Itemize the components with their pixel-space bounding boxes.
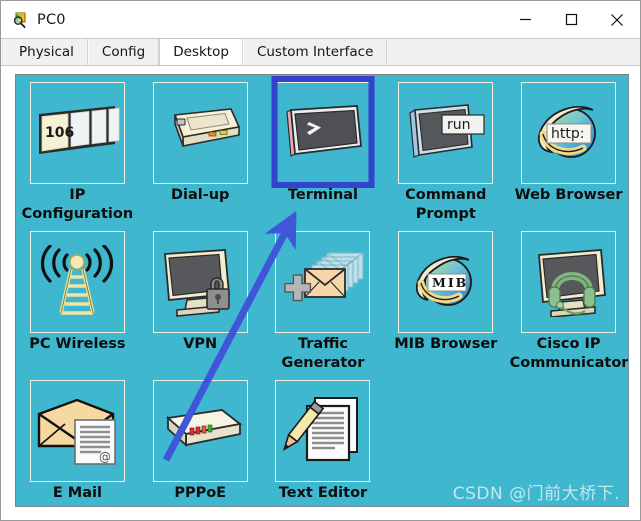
desktop-item-label: Command Prompt (405, 187, 487, 222)
terminal-icon (286, 105, 362, 157)
vpn-lock-icon (164, 249, 231, 317)
thumb (152, 82, 248, 184)
pppoe-device-icon (166, 409, 243, 448)
close-button[interactable] (594, 1, 640, 38)
desktop-item-cisco-ip-communicator[interactable]: Cisco IP Communicator (507, 224, 628, 373)
desktop-item-label: PPPoE (174, 485, 227, 501)
text-editor-icon (282, 397, 358, 462)
email-icon: @ (38, 398, 117, 465)
watermark-text: CSDN @门前大桥下. (452, 484, 620, 504)
desktop-item-label: Terminal (287, 187, 359, 203)
desktop-item-pppoe[interactable]: PPPoE (139, 373, 262, 506)
desktop-item-label: VPN (183, 336, 218, 352)
tab-desktop[interactable]: Desktop (159, 39, 243, 65)
thumb (29, 231, 125, 333)
tab-label: Desktop (173, 44, 229, 60)
command-prompt-run-label: run (447, 117, 471, 133)
command-prompt-icon: run (409, 104, 485, 158)
desktop-item-mib-browser[interactable]: MIB MIB Browser (384, 224, 507, 373)
traffic-generator-icon (284, 252, 364, 302)
title-bar-left: PC0 (1, 11, 66, 29)
packet-tracer-icon (12, 11, 30, 29)
desktop-item-label: Web Browser (514, 187, 623, 203)
thumb: 106 (29, 82, 125, 184)
ip-configuration-icon: 106 (39, 106, 120, 154)
web-browser-http-label: http: (551, 126, 584, 142)
dial-up-modem-icon (174, 108, 241, 147)
pc0-window: PC0 Physical Config Desktop Custom Inter… (0, 0, 641, 521)
thumb (275, 231, 371, 333)
maximize-button[interactable] (548, 1, 594, 38)
desktop-item-label: MIB Browser (394, 336, 498, 352)
mib-browser-icon: MIB (415, 255, 472, 306)
desktop-item-label: E Mail (52, 485, 102, 501)
desktop-item-traffic-generator[interactable]: Traffic Generator (262, 224, 385, 373)
desktop-item-dial-up[interactable]: Dial-up (139, 75, 262, 224)
desktop-item-terminal[interactable]: Terminal (262, 75, 385, 224)
tab-label: Physical (19, 44, 74, 60)
content-area: 106 IP Configuration Dial-up Terminal ru… (1, 66, 640, 520)
desktop-item-email[interactable]: @ E Mail (16, 373, 139, 506)
desktop-item-label: Cisco IP Communicator (509, 336, 628, 371)
ip-communicator-icon (537, 249, 606, 317)
pc-wireless-antenna-icon (41, 245, 114, 315)
desktop-item-web-browser[interactable]: http: Web Browser (507, 75, 628, 224)
svg-text:@: @ (99, 450, 111, 464)
thumb (275, 82, 371, 184)
desktop-item-text-editor[interactable]: Text Editor (262, 373, 385, 506)
tab-strip: Physical Config Desktop Custom Interface (1, 38, 640, 66)
desktop-item-label: Text Editor (278, 485, 368, 501)
window-controls (502, 1, 640, 38)
desktop-item-ip-configuration[interactable]: 106 IP Configuration (16, 75, 139, 224)
desktop-item-command-prompt[interactable]: run Command Prompt (384, 75, 507, 224)
desktop-item-label: PC Wireless (29, 336, 126, 352)
thumb (152, 231, 248, 333)
tab-label: Custom Interface (256, 44, 374, 60)
desktop-item-vpn[interactable]: VPN (139, 224, 262, 373)
thumb: @ (29, 380, 125, 482)
title-bar: PC0 (1, 1, 640, 38)
minimize-button[interactable] (502, 1, 548, 38)
desktop-item-label: IP Configuration (21, 187, 134, 222)
mib-browser-mib-label: MIB (432, 275, 468, 290)
desktop-item-pc-wireless[interactable]: PC Wireless (16, 224, 139, 373)
thumb: MIB (398, 231, 494, 333)
tab-custom-interface[interactable]: Custom Interface (242, 39, 388, 65)
thumb (521, 231, 617, 333)
desktop-item-label: Dial-up (170, 187, 230, 203)
tab-physical[interactable]: Physical (5, 39, 88, 65)
desktop-icon-grid: 106 IP Configuration Dial-up Terminal ru… (16, 75, 628, 506)
tab-label: Config (101, 44, 146, 60)
thumb: http: (521, 82, 617, 184)
tab-config[interactable]: Config (87, 39, 160, 65)
window-title: PC0 (37, 11, 66, 28)
desktop-application-panel: 106 IP Configuration Dial-up Terminal ru… (15, 74, 629, 507)
ip-configuration-number: 106 (45, 125, 74, 141)
tab-strip-filler (387, 39, 640, 65)
thumb (152, 380, 248, 482)
thumb: run (398, 82, 494, 184)
desktop-item-label: Traffic Generator (281, 336, 365, 371)
web-browser-icon: http: (537, 105, 596, 158)
thumb (275, 380, 371, 482)
